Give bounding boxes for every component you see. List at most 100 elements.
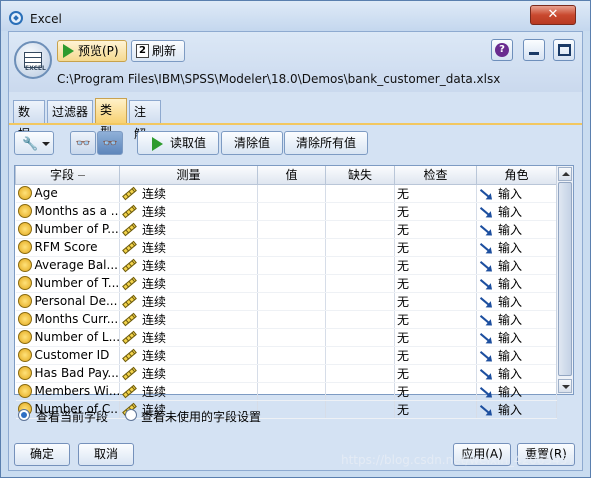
value-cell[interactable] bbox=[257, 238, 326, 257]
column-header-measure[interactable]: 测量 bbox=[119, 166, 258, 185]
table-row[interactable]: Months as a ... 连续 无输入 bbox=[15, 202, 557, 221]
value-cell[interactable] bbox=[257, 382, 326, 401]
measure-cell[interactable]: 连续 bbox=[119, 382, 258, 401]
scroll-down-arrow-icon[interactable] bbox=[558, 379, 572, 393]
missing-cell[interactable] bbox=[325, 274, 395, 293]
role-cell[interactable]: 输入 bbox=[476, 292, 557, 311]
value-cell[interactable] bbox=[257, 292, 326, 311]
field-cell[interactable]: Members Wi... bbox=[15, 382, 120, 401]
role-cell[interactable]: 输入 bbox=[476, 220, 557, 239]
tab-annotation[interactable]: 注解 bbox=[129, 100, 161, 141]
role-cell[interactable]: 输入 bbox=[476, 310, 557, 329]
check-cell[interactable]: 无 bbox=[394, 202, 477, 221]
table-row[interactable]: Number of P... 连续 无输入 bbox=[15, 220, 557, 239]
table-row[interactable]: Number of L... 连续 无输入 bbox=[15, 328, 557, 347]
check-cell[interactable]: 无 bbox=[394, 382, 477, 401]
field-cell[interactable]: Customer ID bbox=[15, 346, 120, 365]
missing-cell[interactable] bbox=[325, 238, 395, 257]
check-cell[interactable]: 无 bbox=[394, 292, 477, 311]
missing-cell[interactable] bbox=[325, 328, 395, 347]
check-cell[interactable]: 无 bbox=[394, 364, 477, 383]
tab-type[interactable]: 类型 bbox=[95, 98, 127, 139]
value-cell[interactable] bbox=[257, 202, 326, 221]
measure-cell[interactable]: 连续 bbox=[119, 346, 258, 365]
column-header-value[interactable]: 值 bbox=[257, 166, 326, 185]
table-row[interactable]: Personal De... 连续 无输入 bbox=[15, 292, 557, 311]
role-cell[interactable]: 输入 bbox=[476, 328, 557, 347]
column-header-check[interactable]: 检查 bbox=[394, 166, 477, 185]
measure-cell[interactable]: 连续 bbox=[119, 292, 258, 311]
measure-cell[interactable]: 连续 bbox=[119, 220, 258, 239]
ok-button[interactable]: 确定 bbox=[14, 443, 70, 466]
value-cell[interactable] bbox=[257, 328, 326, 347]
missing-cell[interactable] bbox=[325, 184, 395, 203]
value-cell[interactable] bbox=[257, 364, 326, 383]
measure-cell[interactable]: 连续 bbox=[119, 274, 258, 293]
column-header-missing[interactable]: 缺失 bbox=[325, 166, 395, 185]
missing-cell[interactable] bbox=[325, 220, 395, 239]
role-cell[interactable]: 输入 bbox=[476, 382, 557, 401]
column-header-field[interactable]: 字段 bbox=[15, 166, 120, 185]
check-cell[interactable]: 无 bbox=[394, 274, 477, 293]
measure-cell[interactable]: 连续 bbox=[119, 202, 258, 221]
role-cell[interactable]: 输入 bbox=[476, 184, 557, 203]
value-cell[interactable] bbox=[257, 184, 326, 203]
measure-cell[interactable]: 连续 bbox=[119, 184, 258, 203]
measure-cell[interactable]: 连续 bbox=[119, 328, 258, 347]
view-settings-toggle[interactable]: 👓 bbox=[97, 131, 123, 155]
value-cell[interactable] bbox=[257, 256, 326, 275]
table-row[interactable]: Number of T... 连续 无输入 bbox=[15, 274, 557, 293]
missing-cell[interactable] bbox=[325, 256, 395, 275]
check-cell[interactable]: 无 bbox=[394, 238, 477, 257]
missing-cell[interactable] bbox=[325, 364, 395, 383]
missing-cell[interactable] bbox=[325, 310, 395, 329]
field-cell[interactable]: Age bbox=[15, 184, 120, 203]
check-cell[interactable]: 无 bbox=[394, 256, 477, 275]
view-current-fields-label[interactable]: 查看当前字段 bbox=[36, 408, 108, 425]
help-button[interactable]: ? bbox=[491, 39, 513, 61]
preview-button[interactable]: 预览(P) bbox=[57, 40, 127, 62]
value-cell[interactable] bbox=[257, 310, 326, 329]
view-fields-toggle[interactable]: 👓 bbox=[70, 131, 96, 155]
measure-cell[interactable]: 连续 bbox=[119, 310, 258, 329]
maximize-panel-button[interactable] bbox=[553, 39, 575, 61]
view-unused-fields-label[interactable]: 查看未使用的字段设置 bbox=[141, 408, 261, 425]
clear-all-values-button[interactable]: 清除所有值 bbox=[284, 131, 368, 155]
field-cell[interactable]: RFM Score bbox=[15, 238, 120, 257]
table-row[interactable]: Months Curr... 连续 无输入 bbox=[15, 310, 557, 329]
value-cell[interactable] bbox=[257, 346, 326, 365]
refresh-button[interactable]: 2 刷新 bbox=[131, 40, 185, 62]
cancel-button[interactable]: 取消 bbox=[78, 443, 134, 466]
scroll-thumb[interactable] bbox=[558, 182, 572, 376]
check-cell[interactable]: 无 bbox=[394, 184, 477, 203]
measure-cell[interactable]: 连续 bbox=[119, 238, 258, 257]
check-cell[interactable]: 无 bbox=[394, 328, 477, 347]
field-cell[interactable]: Months Curr... bbox=[15, 310, 120, 329]
table-row[interactable]: Members Wi... 连续 无输入 bbox=[15, 382, 557, 401]
role-cell[interactable]: 输入 bbox=[476, 346, 557, 365]
view-unused-fields-radio[interactable] bbox=[125, 409, 137, 421]
tools-dropdown-button[interactable]: 🔧 bbox=[14, 131, 54, 155]
field-cell[interactable]: Number of P... bbox=[15, 220, 120, 239]
field-cell[interactable]: Personal De... bbox=[15, 292, 120, 311]
table-row[interactable]: Average Bal... 连续 无输入 bbox=[15, 256, 557, 275]
table-row[interactable]: Age 连续 无输入 bbox=[15, 184, 557, 203]
check-cell[interactable]: 无 bbox=[394, 310, 477, 329]
field-cell[interactable]: Number of T... bbox=[15, 274, 120, 293]
table-row[interactable]: RFM Score 连续 无输入 bbox=[15, 238, 557, 257]
field-cell[interactable]: Number of L... bbox=[15, 328, 120, 347]
vertical-scrollbar[interactable] bbox=[556, 166, 573, 394]
role-cell[interactable]: 输入 bbox=[476, 238, 557, 257]
role-cell[interactable]: 输入 bbox=[476, 202, 557, 221]
clear-values-button[interactable]: 清除值 bbox=[221, 131, 283, 155]
field-cell[interactable]: Average Bal... bbox=[15, 256, 120, 275]
measure-cell[interactable]: 连续 bbox=[119, 256, 258, 275]
minimize-panel-button[interactable] bbox=[523, 39, 545, 61]
tab-filter[interactable]: 过滤器 bbox=[47, 100, 93, 124]
table-row[interactable]: Customer ID 连续 无输入 bbox=[15, 346, 557, 365]
table-row[interactable]: Has Bad Pay... 连续 无输入 bbox=[15, 364, 557, 383]
check-cell[interactable]: 无 bbox=[394, 346, 477, 365]
missing-cell[interactable] bbox=[325, 346, 395, 365]
role-cell[interactable]: 输入 bbox=[476, 274, 557, 293]
field-cell[interactable]: Has Bad Pay... bbox=[15, 364, 120, 383]
